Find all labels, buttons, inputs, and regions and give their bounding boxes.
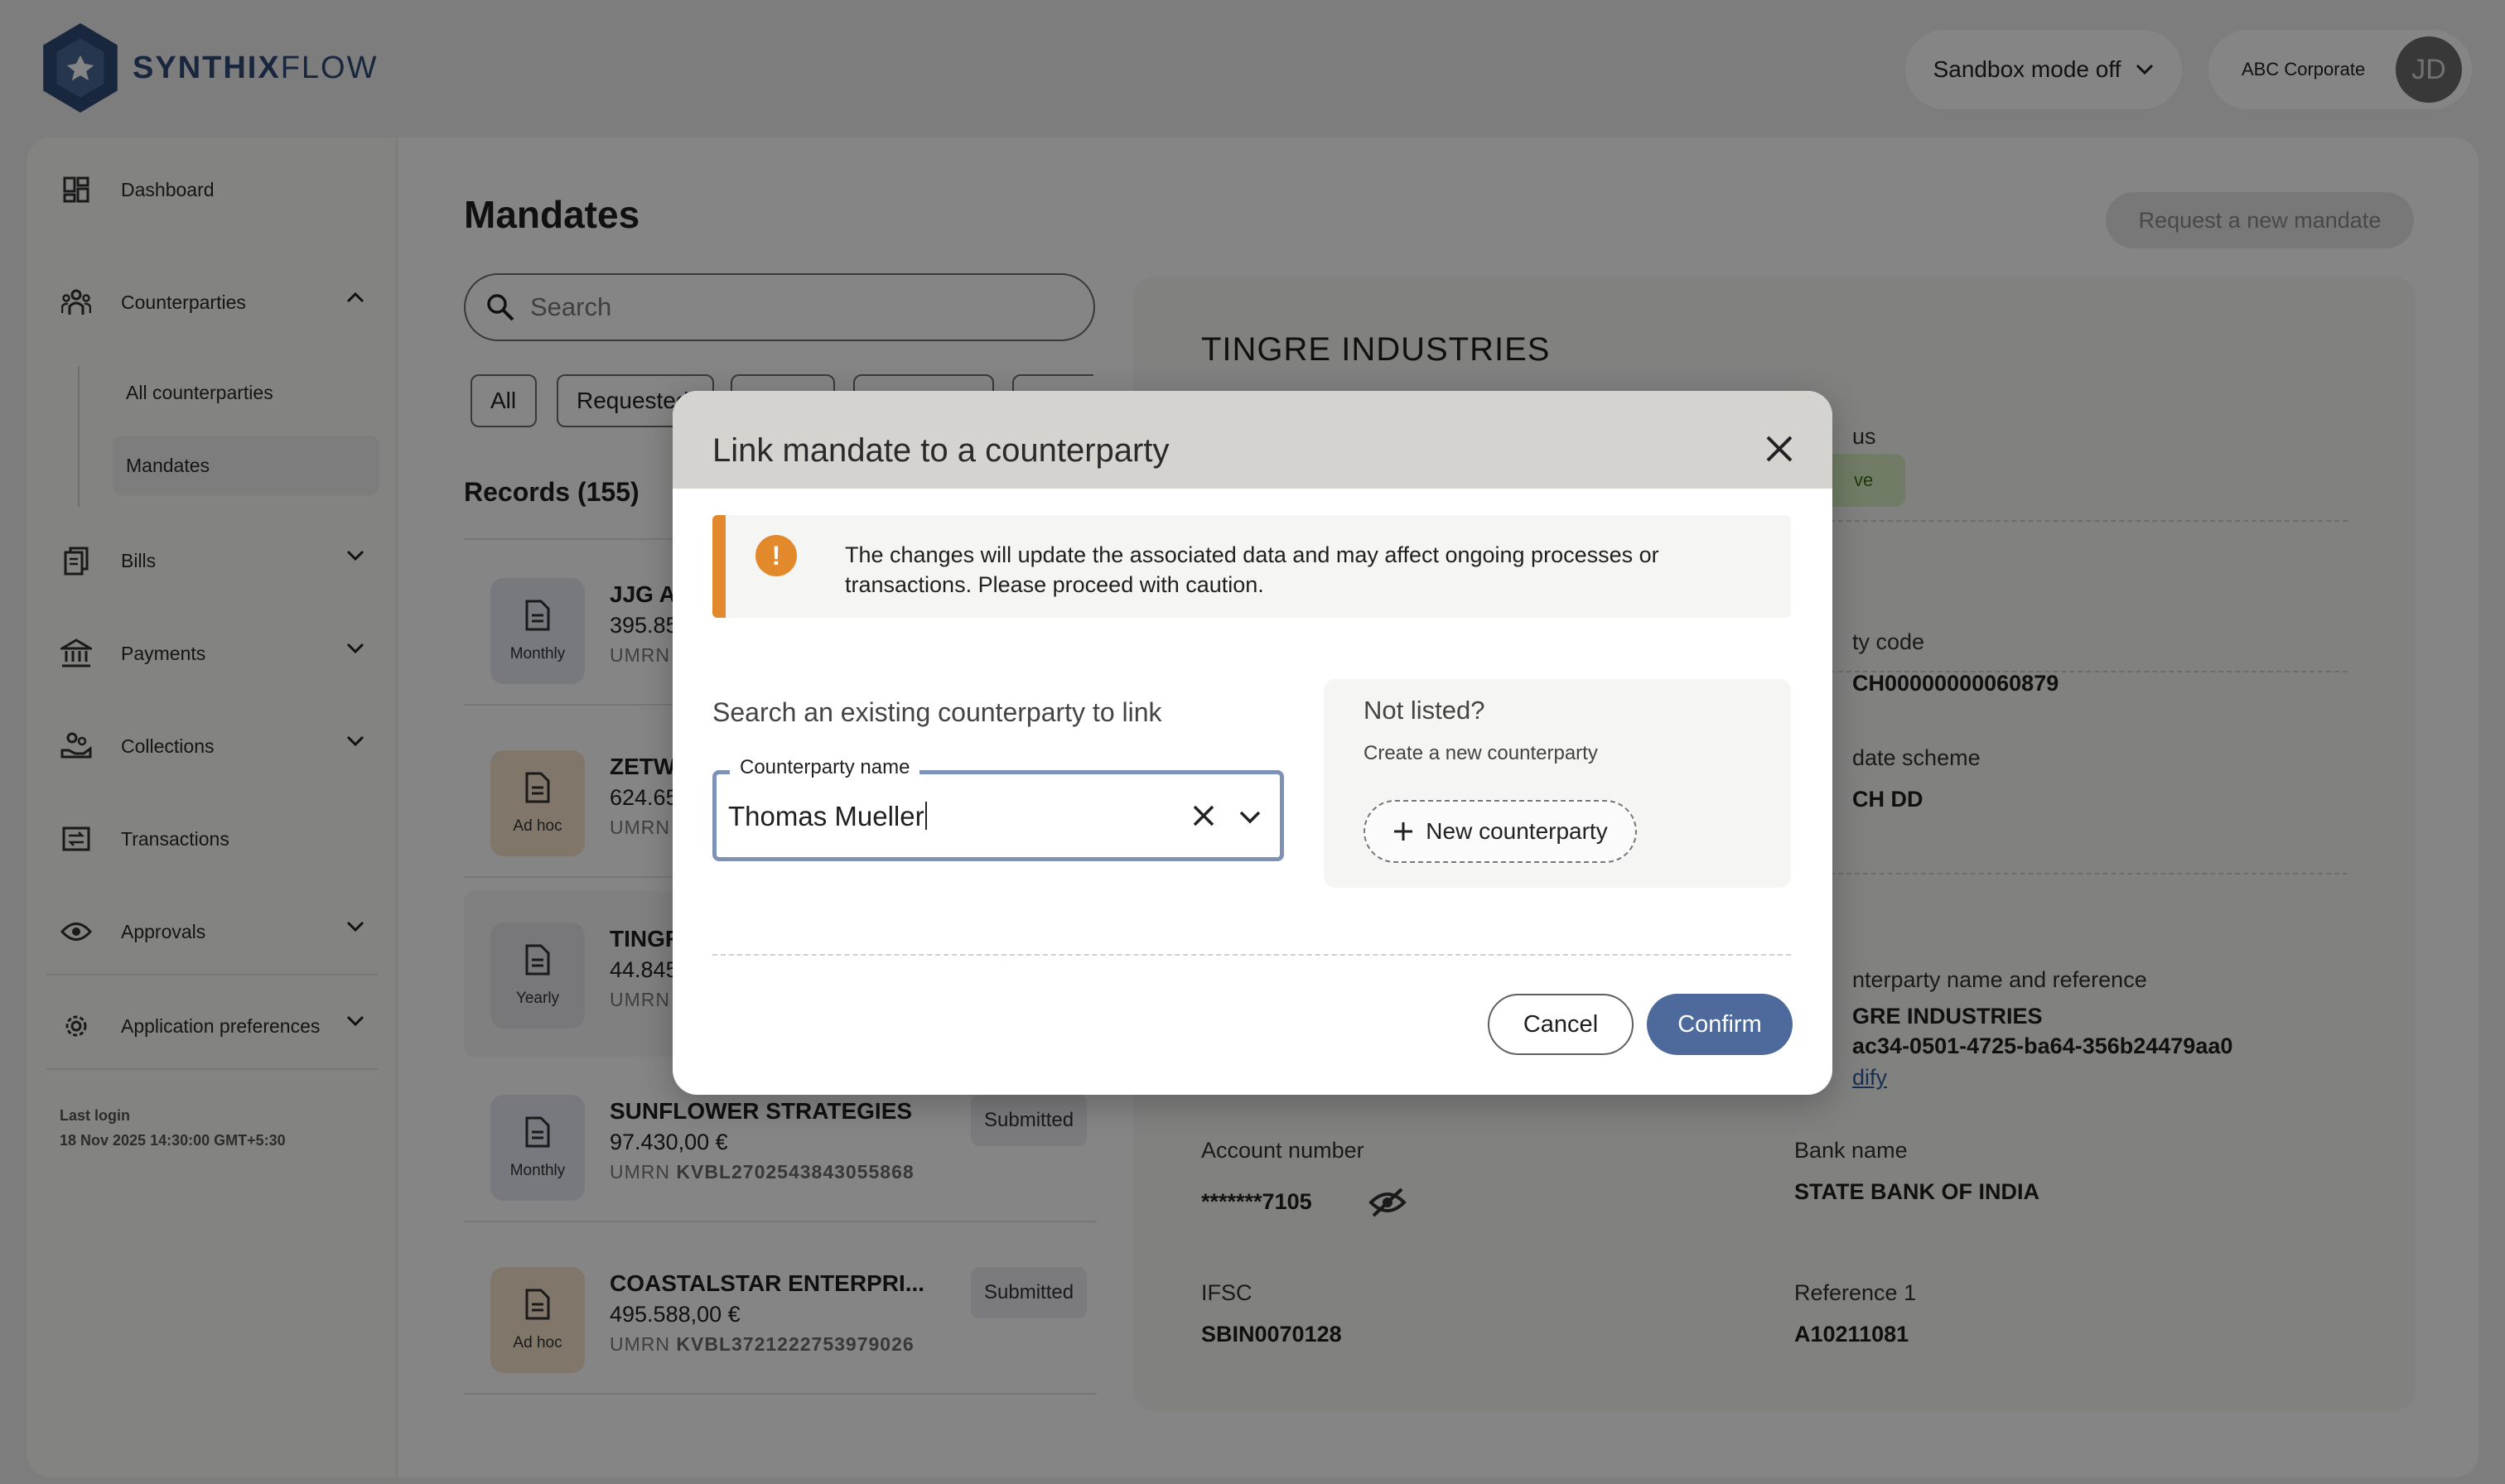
modal-title: Link mandate to a counterparty [712, 432, 1170, 469]
link-mandate-modal: Link mandate to a counterparty ! The cha… [673, 391, 1832, 1095]
field-label: Counterparty name [730, 756, 920, 779]
chevron-down-icon[interactable] [1238, 806, 1262, 827]
plus-icon [1394, 822, 1413, 841]
warning-text: The changes will update the associated d… [845, 542, 1659, 597]
new-counterparty-button[interactable]: New counterparty [1364, 800, 1637, 863]
search-heading: Search an existing counterparty to link [712, 697, 1162, 727]
not-listed-title: Not listed? [1364, 696, 1485, 725]
not-listed-panel: Not listed? Create a new counterparty Ne… [1324, 679, 1791, 888]
clear-icon[interactable] [1190, 802, 1217, 829]
close-icon[interactable] [1764, 434, 1794, 464]
not-listed-subtitle: Create a new counterparty [1364, 742, 1598, 764]
new-counterparty-label: New counterparty [1426, 818, 1608, 844]
confirm-button[interactable]: Confirm [1647, 994, 1793, 1055]
warning-accent-bar [712, 515, 726, 618]
warning-icon: ! [755, 535, 797, 576]
counterparty-name-field[interactable]: Counterparty name Thomas Mueller [712, 756, 1284, 861]
modal-divider [712, 954, 1791, 956]
field-value[interactable]: Thomas Mueller [728, 801, 927, 832]
warning-banner: ! The changes will update the associated… [712, 515, 1791, 618]
cancel-button[interactable]: Cancel [1488, 994, 1634, 1055]
